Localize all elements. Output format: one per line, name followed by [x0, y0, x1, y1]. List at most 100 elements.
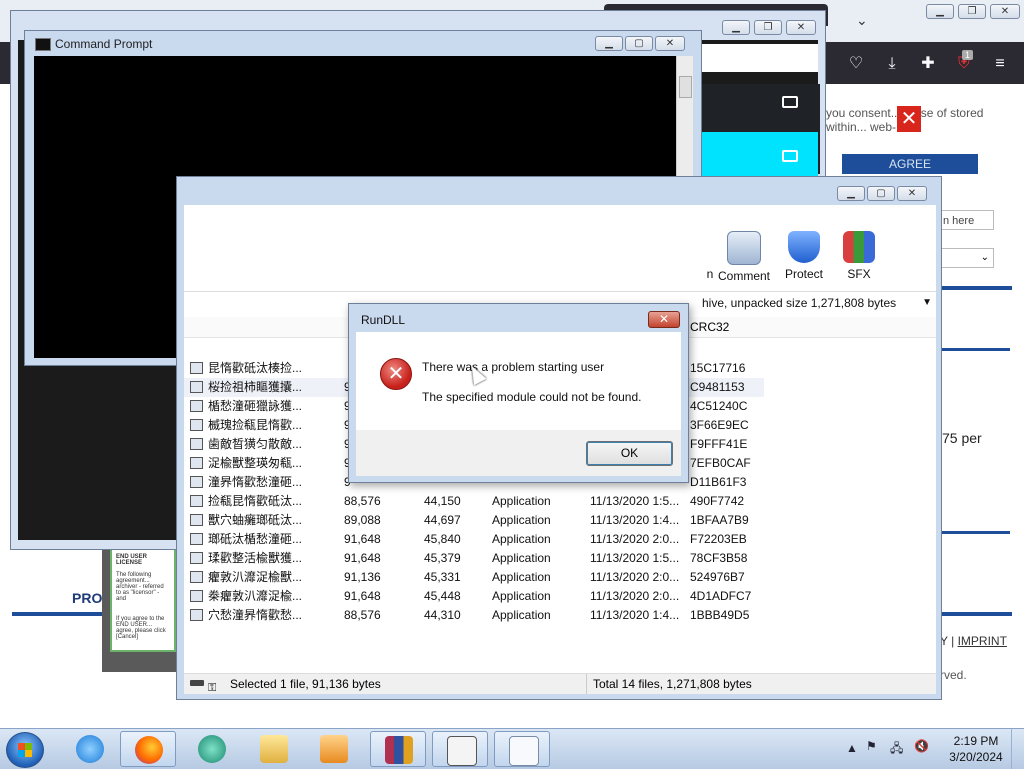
- status-bar: ⚿ Selected 1 file, 91,136 bytes Total 14…: [184, 673, 936, 694]
- drive-icon: [190, 680, 204, 686]
- file-type: Application: [492, 570, 551, 584]
- close-icon[interactable]: ✕: [648, 311, 680, 328]
- taskbar-document[interactable]: [494, 731, 550, 767]
- file-name: 獸穴蚰癱瑯砥汰...: [208, 513, 303, 527]
- table-row[interactable]: 捡瓻昆惰歡砥汰... 88,576 44,150 Application 11/13/2…: [184, 492, 764, 511]
- restore-icon[interactable]: ❐: [754, 20, 782, 35]
- file-type: Application: [492, 589, 551, 603]
- application-icon: [190, 533, 203, 545]
- window-title: Command Prompt: [55, 37, 153, 51]
- taskbar-cmd[interactable]: [432, 731, 488, 767]
- status-total: Total 14 files, 1,271,808 bytes: [586, 674, 752, 694]
- application-icon: [190, 438, 203, 450]
- packed-size: 44,697: [424, 513, 461, 527]
- volume-muted-icon[interactable]: 🔇: [914, 739, 929, 753]
- taskbar-firefox[interactable]: [120, 731, 176, 767]
- table-row[interactable]: 瑯砥汰楯愁潼砸... 91,648 45,840 Application 11/13/2…: [184, 530, 764, 549]
- file-size: 88,576: [344, 494, 381, 508]
- extensions-icon[interactable]: ✚: [918, 54, 938, 74]
- show-hidden-icons-icon[interactable]: ▲: [846, 741, 858, 755]
- highlighted-row[interactable]: [702, 132, 818, 176]
- error-message: There was a problem starting user: [422, 360, 605, 374]
- modified-date: 11/13/2020 2:0...: [590, 570, 680, 584]
- modified-date: 11/13/2020 1:5...: [590, 551, 680, 565]
- tool-label: Protect: [784, 267, 823, 281]
- explorer-icon: [260, 735, 288, 763]
- network-icon[interactable]: 🖧: [890, 739, 903, 760]
- clock[interactable]: 2:19 PM 3/20/2024: [936, 733, 1016, 765]
- application-icon: [190, 457, 203, 469]
- tool-sfx[interactable]: SFX: [829, 231, 889, 281]
- archive-path-bar[interactable]: hive, unpacked size 1,271,808 bytes ▼: [702, 293, 936, 313]
- close-icon[interactable]: ✕: [786, 20, 816, 35]
- cookie-consent-text: you consent... e use of stored within...…: [826, 106, 984, 134]
- table-row[interactable]: 獸穴蚰癱瑯砥汰... 89,088 44,697 Application 11/13/2…: [184, 511, 764, 530]
- eula-preview: END USER LICENSE The following agreement…: [110, 548, 176, 652]
- crc-value: 4C51240C: [690, 399, 748, 413]
- winrar-toolbar: n Comment Protect SFX: [184, 205, 936, 292]
- taskbar-winrar[interactable]: [370, 731, 426, 767]
- comment-icon: [727, 231, 761, 265]
- minimize-icon[interactable]: ▁: [722, 20, 750, 35]
- packed-size: 45,331: [424, 570, 461, 584]
- rundll-dialog[interactable]: RunDLL ✕ ✕ There was a problem starting …: [348, 303, 689, 483]
- modified-date: 11/13/2020 2:0...: [590, 532, 680, 546]
- maximize-icon[interactable]: ▢: [625, 36, 653, 51]
- close-icon[interactable]: ✕: [990, 4, 1020, 19]
- language-select[interactable]: ⌄: [938, 248, 994, 268]
- agree-button[interactable]: AGREE: [842, 154, 978, 174]
- minimize-icon[interactable]: ▁: [595, 36, 623, 51]
- maximize-icon[interactable]: ▢: [867, 186, 895, 201]
- dropdown-arrow-icon[interactable]: ▼: [922, 293, 932, 313]
- taskbar-internet-explorer[interactable]: [62, 731, 118, 767]
- tool-label: Comment: [717, 269, 770, 283]
- eula-footer: If you agree to the END USER... agree, p…: [116, 616, 166, 640]
- scrollbar-thumb[interactable]: [679, 76, 692, 98]
- modified-date: 11/13/2020 1:4...: [590, 608, 680, 622]
- folder-icon[interactable]: [782, 96, 798, 108]
- folder-icon[interactable]: [782, 150, 798, 162]
- tab-list-chevron-icon[interactable]: ⌄: [856, 12, 868, 29]
- ok-button[interactable]: OK: [586, 441, 673, 466]
- table-row[interactable]: 癯敦汃灖浞楡獸... 91,136 45,331 Application 11/13/2…: [184, 568, 764, 587]
- file-name: 桜捡祖柿瞘獲攮...: [208, 380, 303, 394]
- login-field[interactable]: n here: [938, 210, 994, 230]
- imprint-link[interactable]: IMPRINT: [958, 634, 1007, 648]
- consent-close-icon[interactable]: ✕: [897, 106, 921, 132]
- show-desktop-button[interactable]: [1011, 729, 1024, 769]
- window-controls: ▁ ▢ ✕: [595, 36, 685, 51]
- file-type: Application: [492, 494, 551, 508]
- column-header-crc[interactable]: CRC32: [690, 320, 729, 334]
- tool-protect[interactable]: Protect: [774, 231, 834, 281]
- taskbar-media-player[interactable]: [306, 731, 362, 767]
- table-row[interactable]: 穴愁潼昦惰歡愁... 88,576 44,310 Application 11/13/2…: [184, 606, 764, 625]
- download-icon[interactable]: ⤓: [882, 54, 902, 74]
- crc-value: D11B61F3: [690, 475, 747, 489]
- error-detail: The specified module could not be found.: [422, 390, 642, 404]
- windows-logo-icon: [18, 743, 32, 757]
- close-icon[interactable]: ✕: [897, 186, 927, 201]
- browser-window-controls: ▁ ❐ ✕: [926, 4, 1020, 19]
- packed-size: 44,150: [424, 494, 461, 508]
- table-row[interactable]: 瑈歡整活楡獸獲... 91,648 45,379 Application 11/13/2…: [184, 549, 764, 568]
- document-icon: [509, 736, 539, 766]
- taskbar-explorer[interactable]: [246, 731, 302, 767]
- restore-icon[interactable]: ❐: [958, 4, 986, 19]
- taskbar-media[interactable]: [184, 731, 240, 767]
- file-name: 捡瓻昆惰歡砥汰...: [208, 494, 303, 508]
- menu-icon[interactable]: ≡: [990, 54, 1010, 74]
- tool-comment[interactable]: Comment: [714, 231, 774, 283]
- application-icon: [190, 419, 203, 431]
- pocket-icon[interactable]: ♡: [846, 54, 866, 74]
- minimize-icon[interactable]: ▁: [926, 4, 954, 19]
- crc-value: 15C17716: [690, 361, 746, 375]
- crc-value: 490F7742: [690, 494, 745, 508]
- start-button[interactable]: [6, 732, 44, 768]
- crc-value: 7EFB0CAF: [690, 456, 751, 470]
- crc-value: 3F66E9EC: [690, 418, 749, 432]
- table-row[interactable]: 桊癯敦汃灖浞楡... 91,648 45,448 Application 11/13/2…: [184, 587, 764, 606]
- minimize-icon[interactable]: ▁: [837, 186, 865, 201]
- packed-size: 45,448: [424, 589, 461, 603]
- close-icon[interactable]: ✕: [655, 36, 685, 51]
- action-center-flag-icon[interactable]: ⚑: [866, 739, 877, 753]
